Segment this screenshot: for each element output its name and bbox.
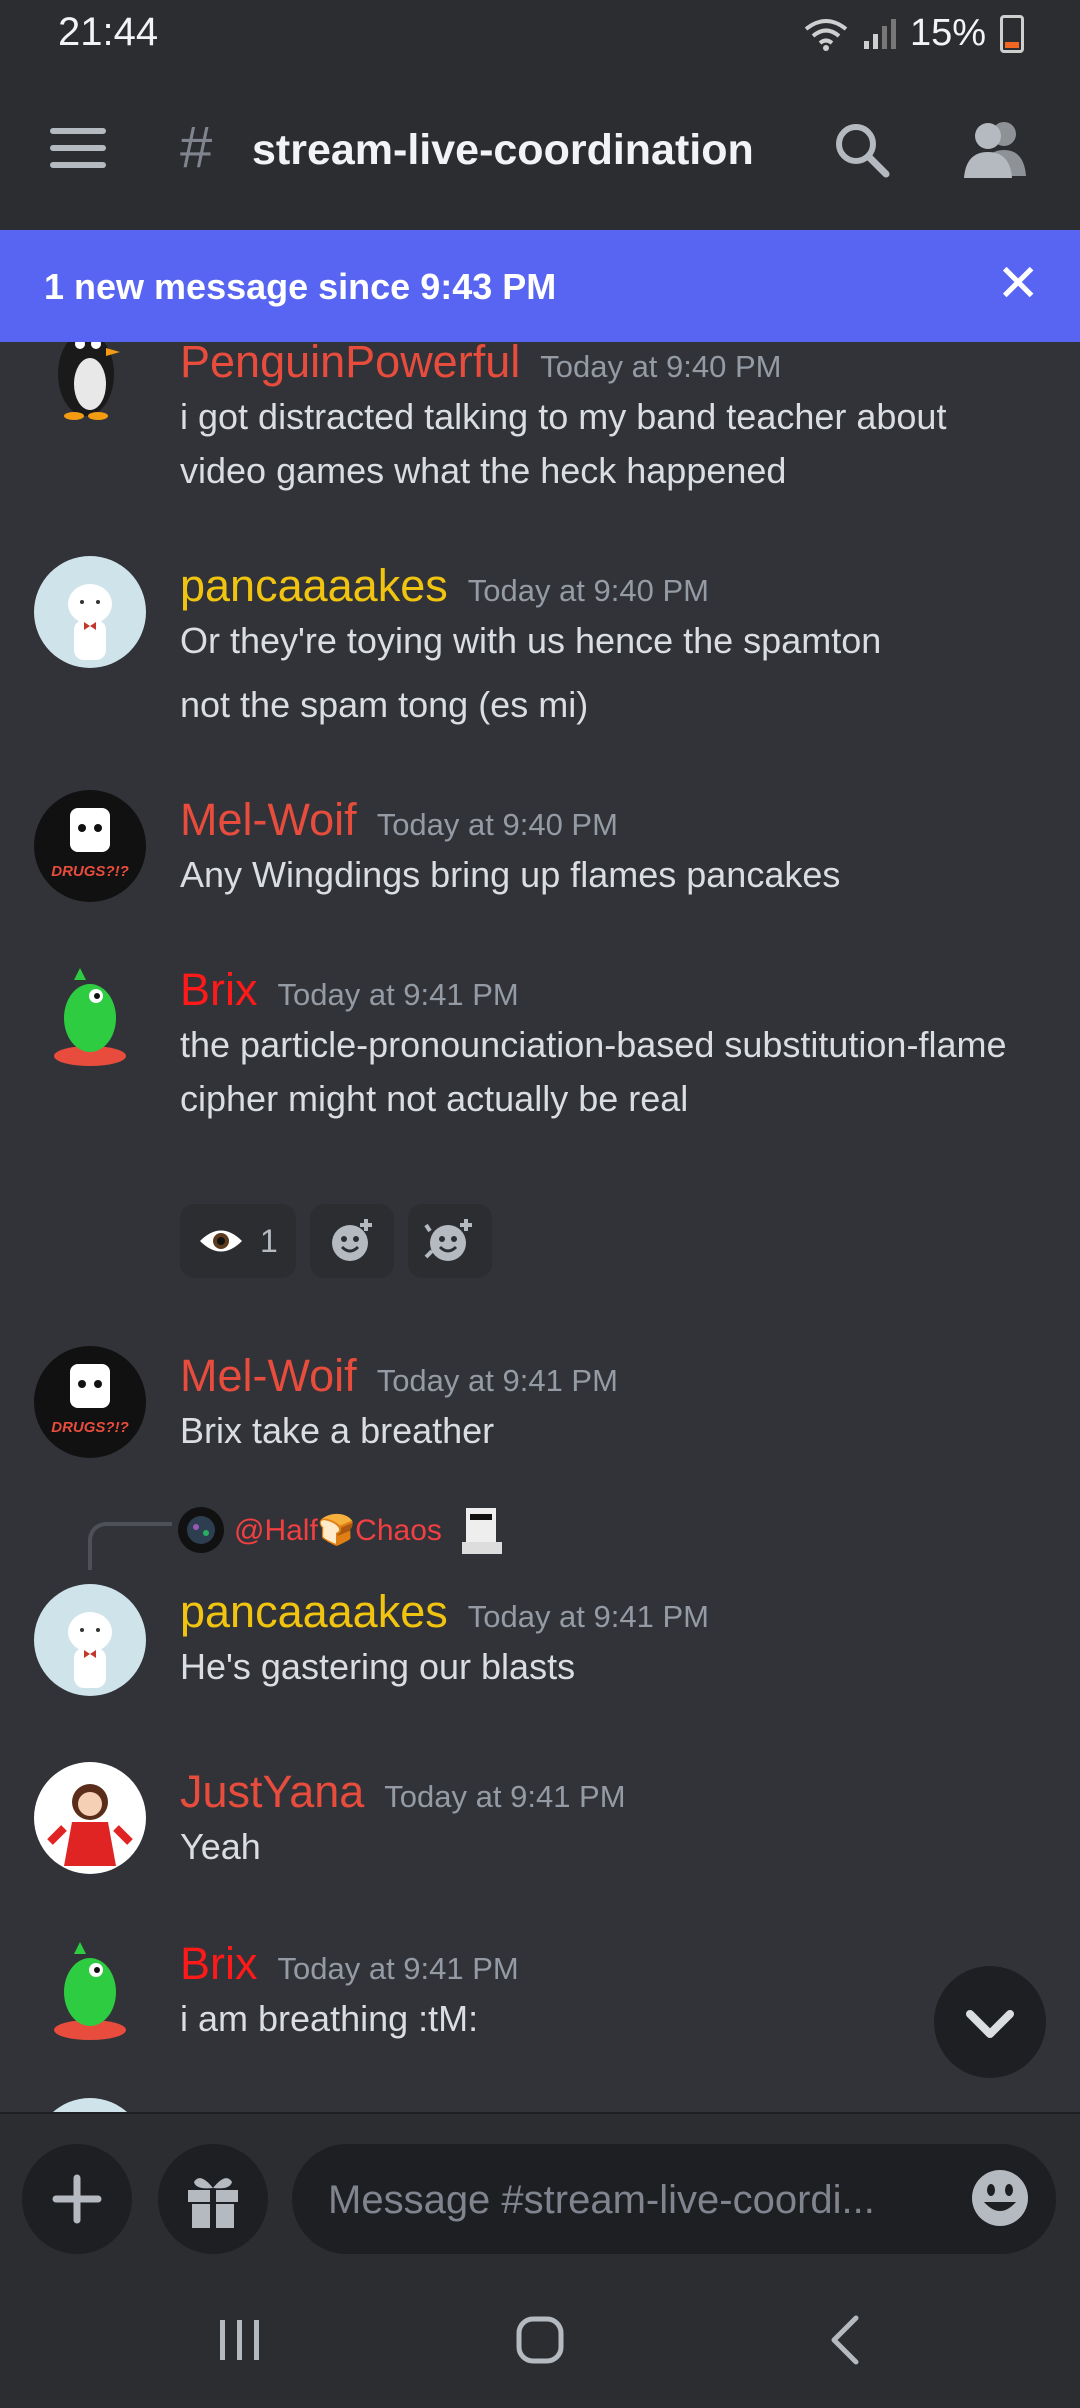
channel-name[interactable]: stream-live-coordination xyxy=(252,126,754,175)
reply-reference[interactable]: @Half🍞Chaos xyxy=(178,1502,512,1558)
reply-emoji-icon xyxy=(461,1508,502,1554)
username[interactable]: PenguinPowerful xyxy=(180,342,520,387)
message-text: Or they're toying with us hence the spam… xyxy=(180,620,882,661)
channel-hash-icon: # xyxy=(180,115,213,180)
timestamp: Today at 9:40 PM xyxy=(467,573,709,608)
battery-icon xyxy=(1000,14,1024,53)
avatar[interactable]: DRUGS?!? xyxy=(34,1346,146,1458)
search-icon[interactable] xyxy=(832,120,892,180)
add-reaction-icon xyxy=(331,1219,372,1261)
status-bar: 21:44 15% xyxy=(0,0,1080,70)
battery-percent: 15% xyxy=(909,12,986,54)
menu-icon[interactable] xyxy=(50,128,106,168)
back-icon[interactable] xyxy=(822,2314,874,2366)
add-reaction-button[interactable] xyxy=(309,1204,394,1278)
new-message-banner[interactable]: 1 new message since 9:43 PM ✕ xyxy=(0,230,1080,342)
home-icon[interactable] xyxy=(514,2314,566,2366)
recent-apps-icon[interactable] xyxy=(214,2314,266,2366)
reply-connector xyxy=(88,1522,172,1570)
system-nav-bar xyxy=(0,2274,1080,2408)
timestamp: Today at 9:41 PM xyxy=(467,1599,709,1634)
username[interactable]: Mel-Woif xyxy=(180,794,357,845)
username[interactable]: JustYana xyxy=(180,1766,364,1817)
message-text: not the spam tong (es mi) xyxy=(180,684,589,725)
eye-icon xyxy=(200,1230,242,1252)
avatar[interactable] xyxy=(34,556,146,668)
avatar[interactable] xyxy=(34,1762,146,1874)
avatar[interactable] xyxy=(34,960,146,1072)
reply-mention[interactable]: @Half🍞Chaos xyxy=(234,1513,442,1548)
message-text: Yeah xyxy=(180,1826,261,1867)
svg-text:DRUGS?!?: DRUGS?!? xyxy=(51,863,129,880)
timestamp: Today at 9:40 PM xyxy=(376,807,618,842)
avatar[interactable]: DRUGS?!? xyxy=(34,790,146,902)
new-message-text[interactable]: 1 new message since 9:43 PM xyxy=(44,266,556,308)
avatar[interactable] xyxy=(34,342,146,424)
wifi-icon xyxy=(804,18,848,51)
message-input-placeholder: Message #stream-live-coordi... xyxy=(328,2178,875,2222)
reply-avatar xyxy=(178,1507,224,1553)
close-icon[interactable]: ✕ xyxy=(996,258,1040,310)
reaction-bar: 1 xyxy=(180,1204,492,1278)
jump-to-bottom-button[interactable] xyxy=(934,1966,1046,2078)
avatar xyxy=(34,2098,146,2112)
channel-header: # stream-live-coordination xyxy=(0,70,1080,232)
chevron-down-icon xyxy=(966,2010,1014,2038)
plus-icon xyxy=(52,2174,102,2224)
members-icon[interactable] xyxy=(962,118,1028,180)
message-text: i am breathing :tM: xyxy=(180,1998,479,2039)
message-text: He's gastering our blasts xyxy=(180,1646,576,1687)
gift-button[interactable] xyxy=(158,2144,268,2254)
avatar[interactable] xyxy=(34,1584,146,1696)
message-text: Any Wingdings bring up flames pancakes xyxy=(180,854,841,895)
timestamp: Today at 9:40 PM xyxy=(540,349,782,384)
svg-text:DRUGS?!?: DRUGS?!? xyxy=(51,1419,129,1436)
eye-reaction[interactable]: 1 xyxy=(180,1204,296,1278)
message-list: PenguinPowerful Today at 9:40 PM i got di… xyxy=(0,342,1080,2112)
timestamp: Today at 9:41 PM xyxy=(277,1951,519,1986)
timestamp: Today at 9:41 PM xyxy=(384,1779,626,1814)
add-super-reaction-button[interactable] xyxy=(407,1204,492,1278)
avatar[interactable] xyxy=(34,1934,146,2046)
message-composer: Message #stream-live-coordi... xyxy=(0,2112,1080,2276)
message-text: the particle-pronounciation-based substi… xyxy=(180,1024,1007,1119)
emoji-icon[interactable] xyxy=(970,2168,1030,2228)
status-time: 21:44 xyxy=(58,10,159,54)
signal-icon xyxy=(863,18,896,49)
username[interactable]: Mel-Woif xyxy=(180,1350,357,1401)
super-reaction-icon xyxy=(424,1219,472,1261)
username[interactable]: Brix xyxy=(180,1938,258,1989)
reaction-count: 1 xyxy=(260,1222,278,1259)
message-input[interactable]: Message #stream-live-coordi... xyxy=(292,2144,1056,2254)
attach-button[interactable] xyxy=(22,2144,132,2254)
message-text: i got distracted talking to my band teac… xyxy=(180,396,947,491)
message-text: Brix take a breather xyxy=(180,1410,495,1451)
username[interactable]: pancaaaakes xyxy=(180,560,448,611)
username[interactable]: pancaaaakes xyxy=(180,1586,448,1637)
timestamp: Today at 9:41 PM xyxy=(277,977,519,1012)
gift-icon xyxy=(188,2178,238,2228)
timestamp: Today at 9:41 PM xyxy=(376,1363,618,1398)
status-icons: 15% xyxy=(804,12,1024,55)
username[interactable]: Brix xyxy=(180,964,258,1015)
